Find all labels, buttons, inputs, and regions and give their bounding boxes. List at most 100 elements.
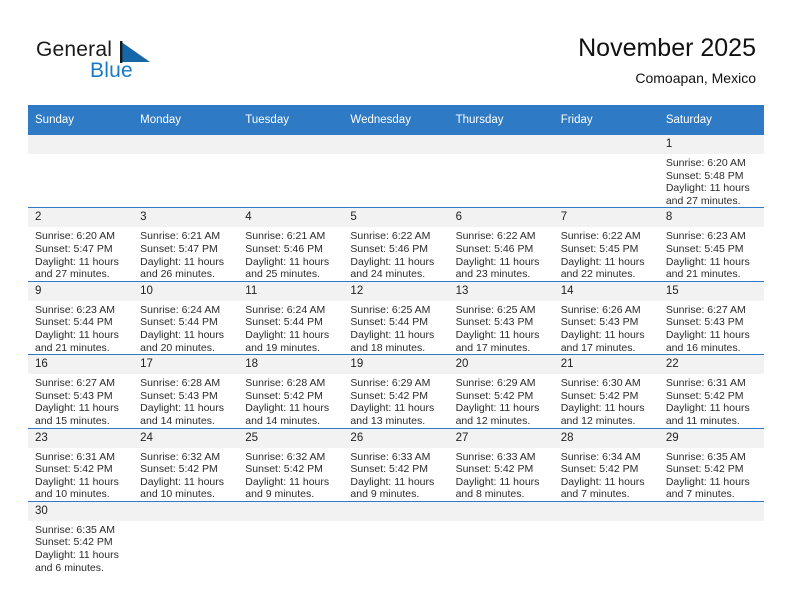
day-number: 15 xyxy=(658,281,764,301)
day-number: 12 xyxy=(343,281,449,301)
calendar-cell-day[interactable]: 9 Sunrise: 6:23 AM Sunset: 5:44 PM Daylight… xyxy=(28,280,134,355)
day-detail-daylight1: Daylight: 11 hours xyxy=(350,255,435,268)
calendar-cell-day[interactable]: 3 Sunrise: 6:21 AM Sunset: 5:47 PM Daylight… xyxy=(133,207,239,282)
day-detail-sunset: Sunset: 5:43 PM xyxy=(35,389,113,402)
calendar-cell-day[interactable]: 5 Sunrise: 6:22 AM Sunset: 5:46 PM Daylight… xyxy=(343,207,449,282)
day-detail-sunset: Sunset: 5:46 PM xyxy=(455,242,534,255)
calendar-cell-day[interactable]: 27 Sunrise: 6:33 AM Sunset: 5:42 PM Dayligh… xyxy=(448,427,554,502)
day-detail-sunset: Sunset: 5:45 PM xyxy=(665,242,744,255)
day-number xyxy=(658,501,764,521)
day-detail-sunrise: Sunrise: 6:24 AM xyxy=(140,303,221,316)
calendar-cell-day[interactable]: 17 Sunrise: 6:28 AM Sunset: 5:43 PM Dayligh… xyxy=(133,354,239,428)
calendar-cell-day[interactable]: 24 Sunrise: 6:32 AM Sunset: 5:42 PM Dayligh… xyxy=(133,427,239,502)
calendar-cell-day[interactable]: 21 Sunrise: 6:30 AM Sunset: 5:42 PM Dayligh… xyxy=(553,354,659,428)
day-detail-daylight1: Daylight: 11 hours xyxy=(245,475,330,488)
calendar-cell-day[interactable]: 15 Sunrise: 6:27 AM Sunset: 5:43 PM Dayligh… xyxy=(658,280,764,355)
page-subtitle: Comoapan, Mexico xyxy=(635,70,756,86)
day-detail-sunrise: Sunrise: 6:22 AM xyxy=(455,230,536,243)
day-details: Sunrise: 6:20 AM Sunset: 5:47 PM Daylight:… xyxy=(28,227,133,280)
weekday-header-wednesday: Wednesday xyxy=(343,105,449,135)
calendar-week-row: 1 Sunrise: 6:20 AM Sunset: 5:48 PM Daylight… xyxy=(28,133,764,208)
day-detail-daylight1: Daylight: 11 hours xyxy=(35,549,119,562)
day-detail-sunset: Sunset: 5:47 PM xyxy=(140,242,218,255)
calendar-cell-day[interactable]: 12 Sunrise: 6:25 AM Sunset: 5:44 PM Dayligh… xyxy=(343,280,449,355)
day-detail-daylight2: and 22 minutes. xyxy=(560,268,636,281)
day-number xyxy=(133,135,239,154)
day-detail-sunset: Sunset: 5:46 PM xyxy=(245,242,323,255)
calendar-week-row: 16 Sunrise: 6:27 AM Sunset: 5:43 PM Dayligh… xyxy=(28,354,764,428)
day-detail-daylight1: Daylight: 11 hours xyxy=(35,255,119,268)
calendar-cell-day[interactable]: 10 Sunrise: 6:24 AM Sunset: 5:44 PM Dayligh… xyxy=(133,280,239,355)
day-detail-daylight2: and 26 minutes. xyxy=(140,268,215,281)
day-number: 8 xyxy=(658,208,764,228)
day-number: 3 xyxy=(133,208,239,228)
day-number: 9 xyxy=(28,281,134,301)
day-detail-daylight1: Daylight: 11 hours xyxy=(35,475,119,488)
calendar-cell-empty xyxy=(28,133,134,208)
calendar-cell-day[interactable]: 25 Sunrise: 6:32 AM Sunset: 5:42 PM Dayligh… xyxy=(238,427,344,502)
day-detail-daylight1: Daylight: 11 hours xyxy=(350,475,435,488)
calendar-cell-day[interactable]: 19 Sunrise: 6:29 AM Sunset: 5:42 PM Dayligh… xyxy=(343,354,449,428)
calendar-cell-day[interactable]: 13 Sunrise: 6:25 AM Sunset: 5:43 PM Dayligh… xyxy=(448,280,554,355)
calendar-cell-day[interactable]: 4 Sunrise: 6:21 AM Sunset: 5:46 PM Daylight… xyxy=(238,207,344,282)
calendar-cell-day[interactable]: 28 Sunrise: 6:34 AM Sunset: 5:42 PM Dayligh… xyxy=(553,427,659,502)
day-number xyxy=(448,501,554,521)
day-detail-sunrise: Sunrise: 6:32 AM xyxy=(245,450,326,463)
calendar-cell-day[interactable]: 2 Sunrise: 6:20 AM Sunset: 5:47 PM Daylight… xyxy=(28,207,134,282)
day-details: Sunrise: 6:34 AM Sunset: 5:42 PM Daylight:… xyxy=(554,448,659,501)
calendar-cell-day[interactable]: 29 Sunrise: 6:35 AM Sunset: 5:42 PM Dayligh… xyxy=(658,427,764,502)
day-number: 28 xyxy=(553,428,659,448)
calendar-cell-day[interactable]: 6 Sunrise: 6:22 AM Sunset: 5:46 PM Daylight… xyxy=(448,207,554,282)
calendar-cell-empty xyxy=(238,500,344,575)
day-number: 1 xyxy=(658,135,764,154)
calendar-cell-day[interactable]: 18 Sunrise: 6:28 AM Sunset: 5:42 PM Dayligh… xyxy=(238,354,344,428)
calendar-cell-day[interactable]: 20 Sunrise: 6:29 AM Sunset: 5:42 PM Dayligh… xyxy=(448,354,554,428)
day-number xyxy=(448,135,554,154)
day-detail-sunset: Sunset: 5:45 PM xyxy=(560,242,639,255)
day-detail-sunrise: Sunrise: 6:30 AM xyxy=(560,377,641,390)
calendar-cell-day[interactable]: 8 Sunrise: 6:23 AM Sunset: 5:45 PM Daylight… xyxy=(658,207,764,282)
day-detail-sunset: Sunset: 5:43 PM xyxy=(140,389,218,402)
day-details: Sunrise: 6:29 AM Sunset: 5:42 PM Daylight:… xyxy=(343,374,448,427)
day-detail-sunset: Sunset: 5:48 PM xyxy=(665,169,744,182)
day-detail-daylight1: Daylight: 11 hours xyxy=(560,255,645,268)
day-details: Sunrise: 6:35 AM Sunset: 5:42 PM Daylight:… xyxy=(659,448,764,501)
day-detail-daylight1: Daylight: 11 hours xyxy=(140,328,224,341)
day-detail-daylight2: and 17 minutes. xyxy=(455,341,531,354)
calendar-cell-empty xyxy=(343,500,449,575)
calendar-cell-empty xyxy=(553,133,659,208)
general-blue-logo[interactable]: General Blue xyxy=(36,38,196,88)
day-detail-sunrise: Sunrise: 6:23 AM xyxy=(35,303,115,316)
weekday-header-tuesday: Tuesday xyxy=(238,105,344,135)
day-detail-sunrise: Sunrise: 6:27 AM xyxy=(35,377,115,390)
calendar-cell-day[interactable]: 7 Sunrise: 6:22 AM Sunset: 5:45 PM Daylight… xyxy=(553,207,659,282)
day-details: Sunrise: 6:31 AM Sunset: 5:42 PM Daylight:… xyxy=(659,374,764,427)
day-number xyxy=(343,135,449,154)
day-number: 6 xyxy=(448,208,554,228)
day-details: Sunrise: 6:24 AM Sunset: 5:44 PM Daylight:… xyxy=(133,301,238,354)
calendar-cell-day[interactable]: 23 Sunrise: 6:31 AM Sunset: 5:42 PM Dayligh… xyxy=(28,427,134,502)
day-details: Sunrise: 6:20 AM Sunset: 5:48 PM Daylight:… xyxy=(659,154,764,207)
day-detail-sunrise: Sunrise: 6:35 AM xyxy=(665,450,746,463)
day-number: 4 xyxy=(238,208,344,228)
calendar-cell-day[interactable]: 11 Sunrise: 6:24 AM Sunset: 5:44 PM Dayligh… xyxy=(238,280,344,355)
calendar-cell-day[interactable]: 16 Sunrise: 6:27 AM Sunset: 5:43 PM Dayligh… xyxy=(28,354,134,428)
weekday-header-monday: Monday xyxy=(133,105,239,135)
day-detail-daylight2: and 7 minutes. xyxy=(560,488,630,501)
day-number xyxy=(133,501,239,521)
calendar-cell-day[interactable]: 30 Sunrise: 6:35 AM Sunset: 5:42 PM Dayligh… xyxy=(28,500,134,575)
calendar-cell-day[interactable]: 1 Sunrise: 6:20 AM Sunset: 5:48 PM Daylight… xyxy=(658,133,764,208)
calendar-cell-empty xyxy=(238,133,344,208)
calendar-week-row: 2 Sunrise: 6:20 AM Sunset: 5:47 PM Daylight… xyxy=(28,207,764,282)
weekday-header-friday: Friday xyxy=(553,105,659,135)
day-details: Sunrise: 6:22 AM Sunset: 5:46 PM Daylight:… xyxy=(449,227,554,280)
day-detail-daylight1: Daylight: 11 hours xyxy=(455,402,540,415)
calendar-cell-day[interactable]: 14 Sunrise: 6:26 AM Sunset: 5:43 PM Dayligh… xyxy=(553,280,659,355)
day-detail-sunrise: Sunrise: 6:33 AM xyxy=(350,450,431,463)
calendar-cell-day[interactable]: 26 Sunrise: 6:33 AM Sunset: 5:42 PM Dayligh… xyxy=(343,427,449,502)
day-number xyxy=(238,135,344,154)
weekday-header-sunday: Sunday xyxy=(28,105,134,135)
day-detail-daylight2: and 21 minutes. xyxy=(665,268,741,281)
calendar-cell-day[interactable]: 22 Sunrise: 6:31 AM Sunset: 5:42 PM Dayligh… xyxy=(658,354,764,428)
day-detail-sunrise: Sunrise: 6:26 AM xyxy=(560,303,641,316)
